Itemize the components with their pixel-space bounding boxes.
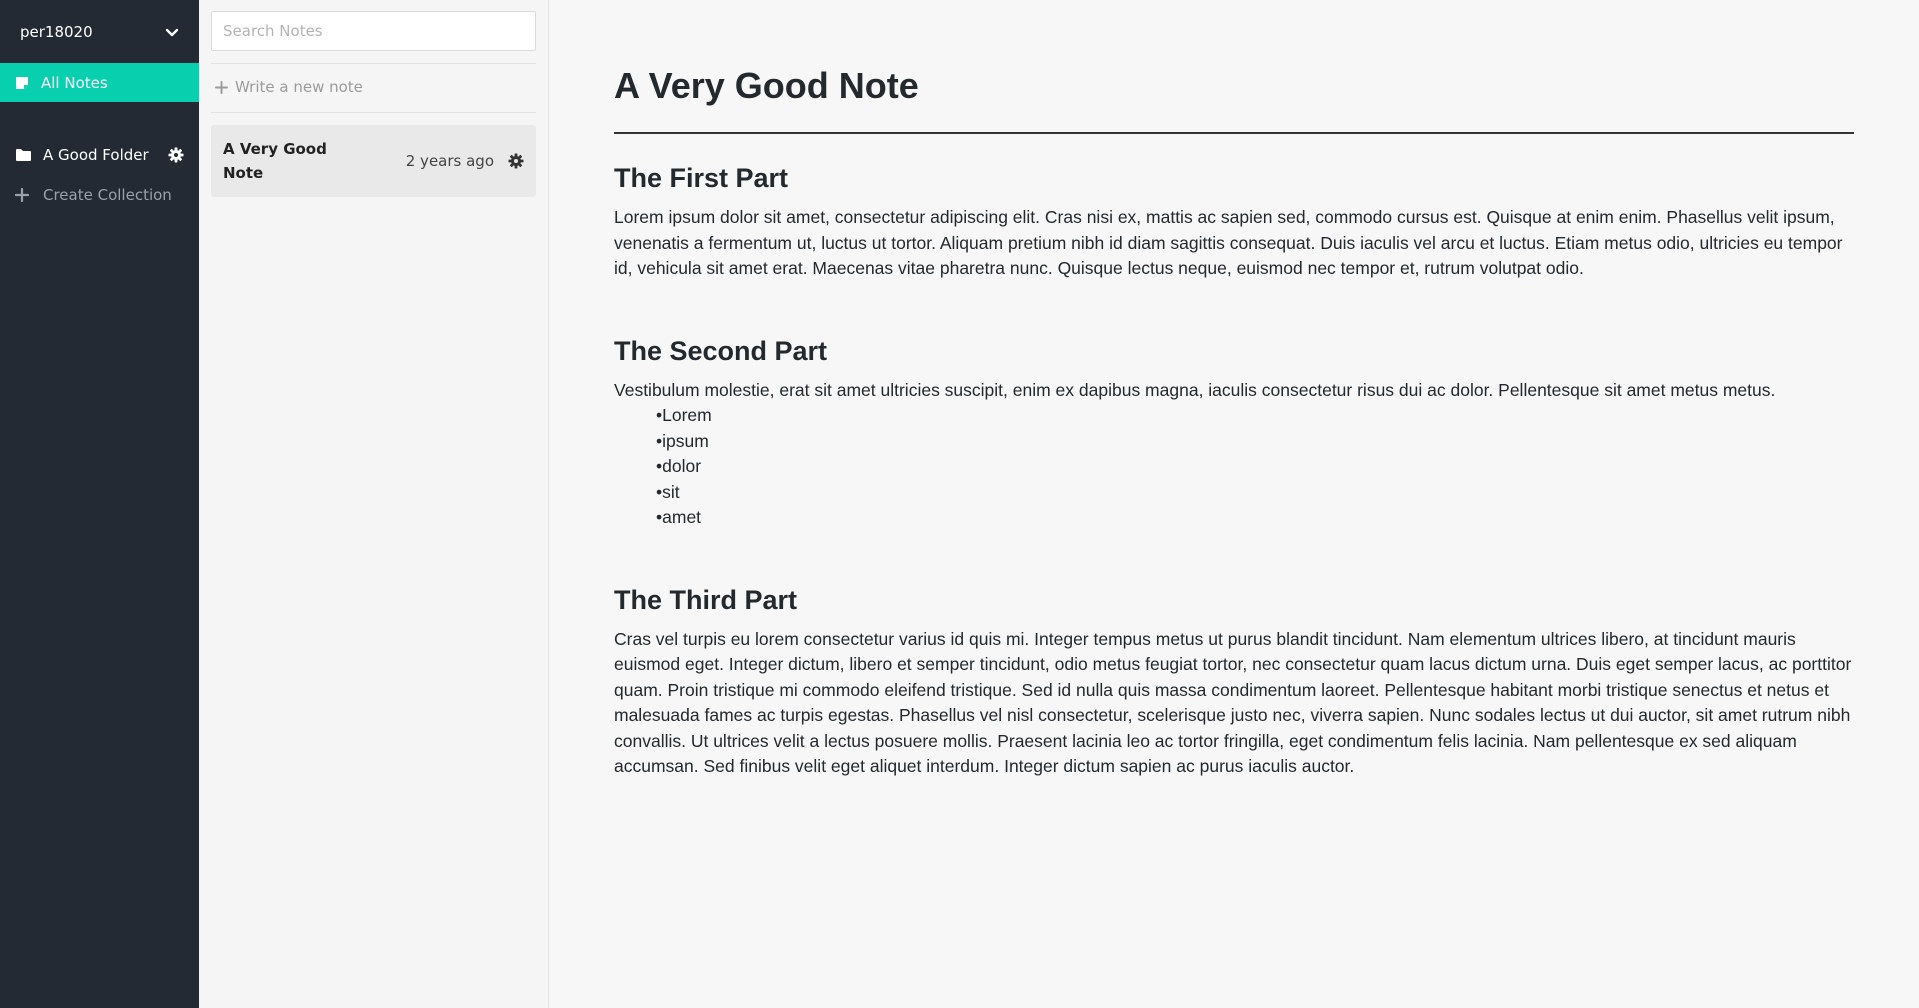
sidebar-item-label: All Notes: [41, 73, 108, 92]
note-editor[interactable]: A Very Good Note The First Part Lorem ip…: [549, 0, 1919, 1008]
sidebar: per18020 All Notes A Good Folder Create …: [0, 0, 199, 1008]
chevron-down-icon[interactable]: [165, 25, 179, 39]
create-collection-button[interactable]: Create Collection: [0, 184, 199, 206]
note-list-item[interactable]: A Very Good Note 2 years ago: [211, 125, 536, 197]
note-timestamp: 2 years ago: [405, 152, 494, 170]
section-paragraph: Cras vel turpis eu lorem consectetur var…: [614, 628, 1852, 777]
section-heading: The First Part: [614, 163, 789, 193]
sidebar-item-all-notes[interactable]: All Notes: [0, 63, 199, 102]
write-new-note-label: Write a new note: [235, 78, 363, 96]
user-name: per18020: [20, 22, 93, 41]
write-new-note-button[interactable]: Write a new note: [215, 78, 363, 96]
note-icon: [16, 76, 28, 89]
list-item: sit: [656, 480, 1854, 506]
plus-icon: [215, 80, 228, 94]
note-document[interactable]: A Very Good Note The First Part Lorem ip…: [614, 64, 1854, 780]
notes-list-panel: Write a new note A Very Good Note 2 year…: [199, 0, 549, 1008]
divider: [211, 112, 536, 113]
gear-icon[interactable]: [168, 147, 184, 163]
search-input[interactable]: [211, 11, 536, 51]
list-item: amet: [656, 505, 1854, 531]
note-title-heading: A Very Good Note: [614, 64, 1854, 134]
list-item: Lorem: [656, 403, 1854, 429]
section-paragraph: Vestibulum molestie, erat sit amet ultri…: [614, 379, 1776, 400]
gear-icon[interactable]: [508, 153, 524, 169]
folder-label: A Good Folder: [43, 146, 149, 164]
section-heading: The Third Part: [614, 584, 798, 615]
folder-icon: [16, 149, 31, 161]
list-item: dolor: [656, 454, 1854, 480]
section-paragraph: Lorem ipsum dolor sit amet, consectetur …: [614, 207, 1843, 278]
bullet-list: Lorem ipsum dolor sit amet: [614, 403, 1854, 531]
list-item: ipsum: [656, 429, 1854, 455]
sidebar-item-folder[interactable]: A Good Folder: [0, 143, 199, 167]
plus-icon: [15, 188, 29, 202]
user-menu[interactable]: per18020: [0, 0, 199, 63]
divider: [211, 63, 536, 64]
note-title: A Very Good Note: [223, 140, 327, 182]
section-heading: The Second Part: [614, 335, 828, 366]
create-collection-label: Create Collection: [43, 186, 172, 204]
